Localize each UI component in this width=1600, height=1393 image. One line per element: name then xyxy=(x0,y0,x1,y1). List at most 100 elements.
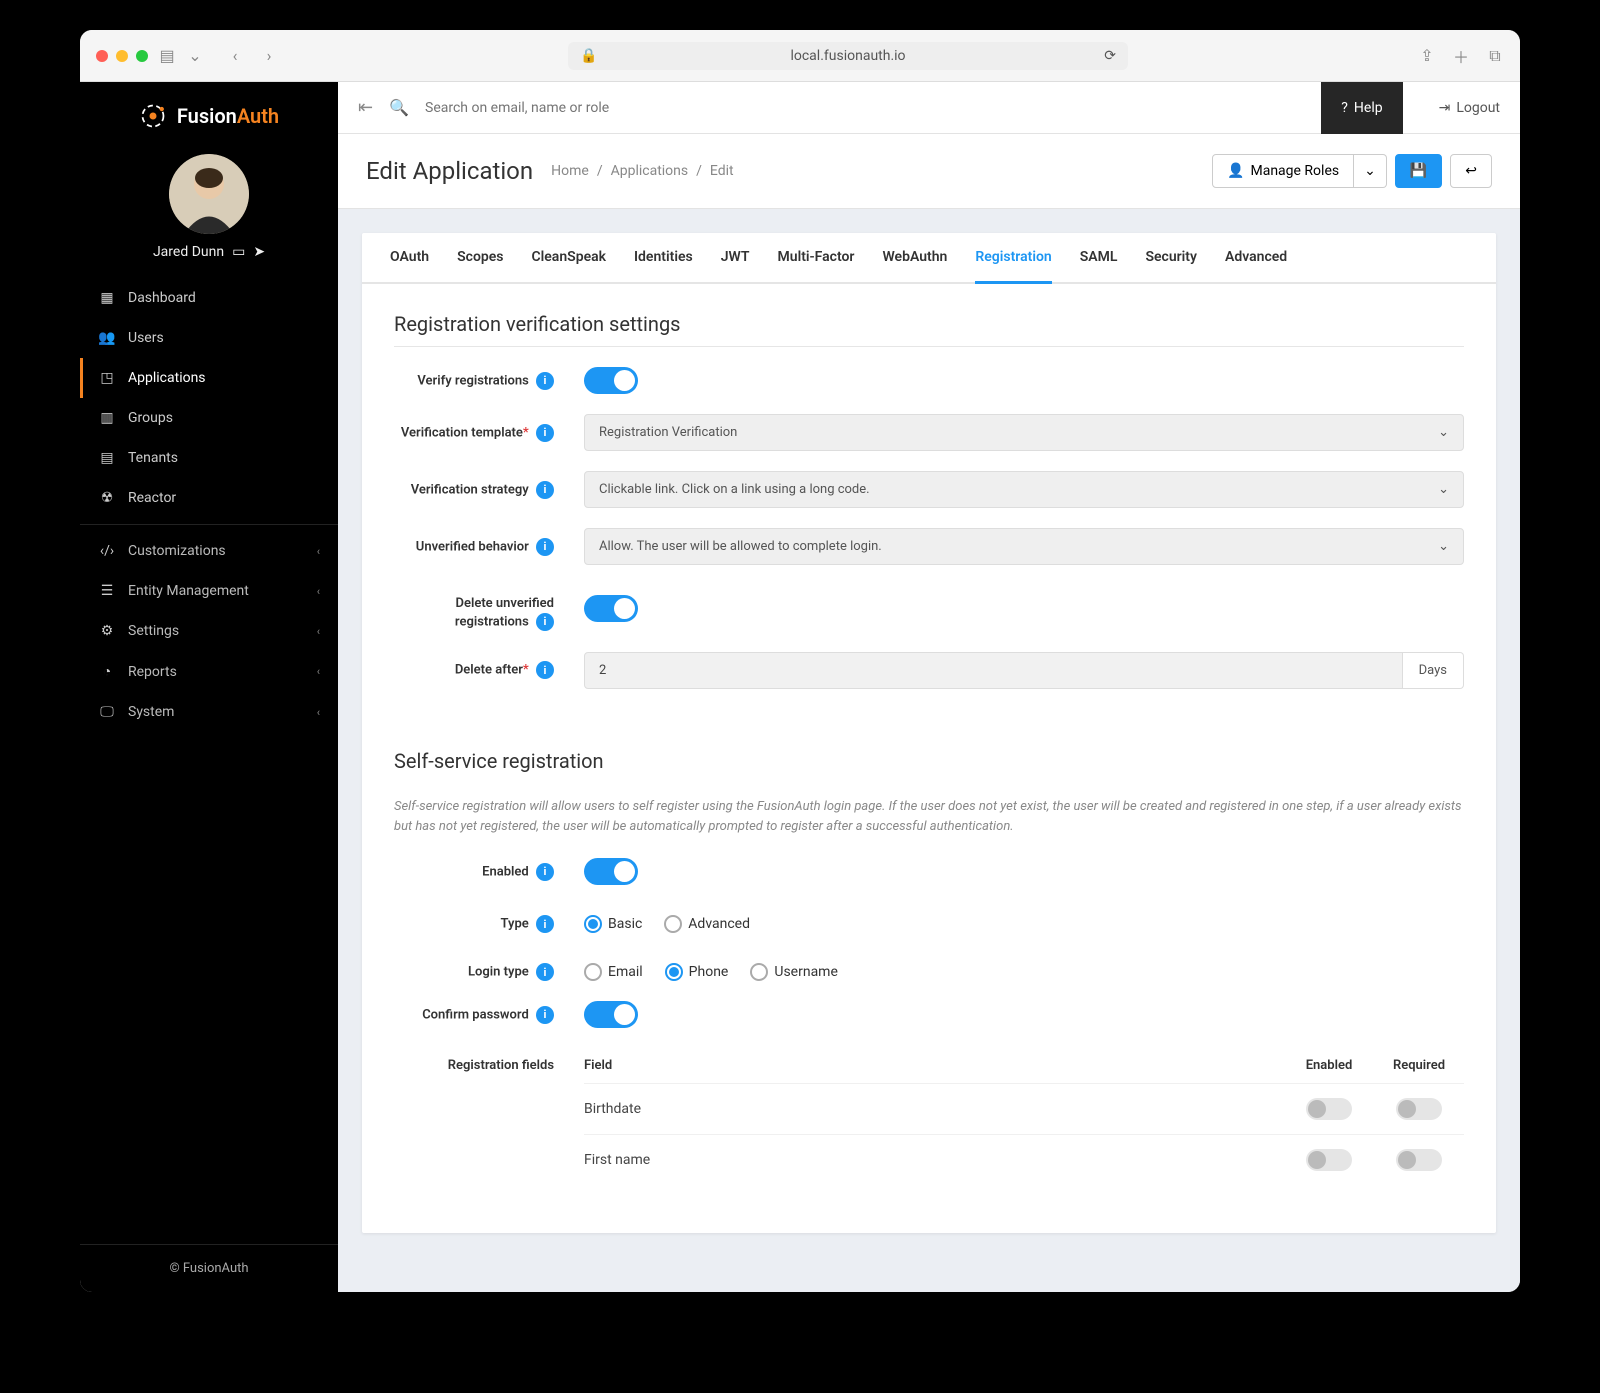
delete-after-label: Delete after xyxy=(455,663,523,678)
page-header: Edit Application Home/ Applications/ Edi… xyxy=(338,134,1520,209)
info-icon[interactable]: i xyxy=(536,481,554,499)
new-tab-icon[interactable]: ＋ xyxy=(1452,47,1470,65)
collapse-sidebar-icon[interactable]: ⇤ xyxy=(358,97,373,118)
back-icon[interactable]: ‹ xyxy=(226,47,244,65)
login-type-radio-email[interactable]: Email xyxy=(584,963,643,981)
main: ⇤ 🔍 ?Help ⇥Logout Edit Application Home/… xyxy=(338,82,1520,1292)
sidebar-item-reactor[interactable]: ☢Reactor xyxy=(80,478,338,518)
login-type-username-label: Username xyxy=(774,964,838,980)
verification-template-select[interactable]: Registration Verification⌄ xyxy=(584,414,1464,451)
tab-saml[interactable]: SAML xyxy=(1080,233,1118,284)
search-input[interactable] xyxy=(425,100,1305,116)
share-icon[interactable]: ⇪ xyxy=(1418,47,1436,65)
verify-registrations-toggle[interactable] xyxy=(584,367,638,394)
login-type-radio-username[interactable]: Username xyxy=(750,963,838,981)
reg-fields-label: Registration fields xyxy=(448,1058,554,1073)
tab-webauthn[interactable]: WebAuthn xyxy=(882,233,947,284)
enabled-label: Enabled xyxy=(482,864,529,879)
birthdate-required-toggle[interactable] xyxy=(1396,1098,1442,1120)
tab-cleanspeak[interactable]: CleanSpeak xyxy=(531,233,606,284)
breadcrumb: Home/ Applications/ Edit xyxy=(551,163,734,179)
verification-strategy-select[interactable]: Clickable link. Click on a link using a … xyxy=(584,471,1464,508)
login-type-radio-phone[interactable]: Phone xyxy=(665,963,729,981)
crumb-home[interactable]: Home xyxy=(551,163,589,179)
sidebar-item-users[interactable]: 👥Users xyxy=(80,318,338,358)
tab-jwt[interactable]: JWT xyxy=(721,233,750,284)
tab-multifactor[interactable]: Multi-Factor xyxy=(778,233,855,284)
sidebar-item-tenants[interactable]: ▤Tenants xyxy=(80,438,338,478)
sidebar-item-settings[interactable]: ⚙Settings‹ xyxy=(80,611,338,651)
sidebar-item-entity-management[interactable]: ☰Entity Management‹ xyxy=(80,571,338,611)
tabs: OAuth Scopes CleanSpeak Identities JWT M… xyxy=(362,233,1496,284)
save-button[interactable]: 💾 xyxy=(1395,154,1442,188)
back-button[interactable]: ↩ xyxy=(1450,154,1492,188)
sidebar-item-label: Tenants xyxy=(128,450,178,466)
field-name: Birthdate xyxy=(584,1101,1284,1117)
row-enabled: Enabled i xyxy=(394,858,1464,885)
sidebar-item-reports[interactable]: ◔Reports‹ xyxy=(80,651,338,692)
sidebar-item-system[interactable]: 🖵System‹ xyxy=(80,692,338,732)
tab-scopes[interactable]: Scopes xyxy=(457,233,503,284)
logout-button[interactable]: ⇥ Logout xyxy=(1439,100,1500,116)
unverified-label: Unverified behavior xyxy=(416,539,529,554)
row-type: Type i Basic Advanced xyxy=(394,915,1464,933)
firstname-required-toggle[interactable] xyxy=(1396,1149,1442,1171)
tab-identities[interactable]: Identities xyxy=(634,233,693,284)
sidebar-layout-icon[interactable]: ▤ xyxy=(158,47,176,65)
login-type-label: Login type xyxy=(468,965,529,980)
chevron-down-icon[interactable]: ⌄ xyxy=(186,47,204,65)
tab-advanced[interactable]: Advanced xyxy=(1225,233,1287,284)
location-icon[interactable]: ➤ xyxy=(253,244,265,260)
sidebar-item-groups[interactable]: ▥Groups xyxy=(80,398,338,438)
chevron-down-icon: ⌄ xyxy=(1438,539,1449,554)
template-label: Verification template xyxy=(401,425,523,440)
info-icon[interactable]: i xyxy=(536,424,554,442)
sidebar-item-applications[interactable]: ◳Applications xyxy=(80,358,338,398)
avatar[interactable] xyxy=(169,154,249,234)
manage-roles-dropdown[interactable]: ⌄ xyxy=(1354,154,1387,188)
tabs-icon[interactable]: ⧉ xyxy=(1486,47,1504,65)
close-window-icon[interactable] xyxy=(96,50,108,62)
info-icon[interactable]: i xyxy=(536,661,554,679)
manage-roles-button[interactable]: 👤Manage Roles xyxy=(1212,154,1354,188)
birthdate-enabled-toggle[interactable] xyxy=(1306,1098,1352,1120)
tab-oauth[interactable]: OAuth xyxy=(390,233,429,284)
tab-security[interactable]: Security xyxy=(1145,233,1197,284)
forward-icon[interactable]: › xyxy=(260,47,278,65)
info-icon[interactable]: i xyxy=(536,863,554,881)
unverified-behavior-select[interactable]: Allow. The user will be allowed to compl… xyxy=(584,528,1464,565)
id-card-icon[interactable]: ▭ xyxy=(232,244,245,260)
logo-text: FusionAuth xyxy=(177,104,279,128)
info-icon[interactable]: i xyxy=(536,372,554,390)
field-name: First name xyxy=(584,1152,1284,1168)
maximize-window-icon[interactable] xyxy=(136,50,148,62)
url-text: local.fusionauth.io xyxy=(790,48,905,64)
info-icon[interactable]: i xyxy=(536,1006,554,1024)
sidebar-item-customizations[interactable]: ‹/›Customizations‹ xyxy=(80,531,338,571)
type-radio-basic[interactable]: Basic xyxy=(584,915,642,933)
type-basic-label: Basic xyxy=(608,916,642,932)
delete-after-input[interactable]: 2 xyxy=(584,652,1403,689)
self-service-enabled-toggle[interactable] xyxy=(584,858,638,885)
delete-after-input-group: 2 Days xyxy=(584,652,1464,689)
panel-registration: Registration verification settings Verif… xyxy=(362,284,1496,1233)
info-icon[interactable]: i xyxy=(536,538,554,556)
delete-unverified-toggle[interactable] xyxy=(584,595,638,622)
applications-icon: ◳ xyxy=(98,370,116,386)
confirm-password-toggle[interactable] xyxy=(584,1001,638,1028)
info-icon[interactable]: i xyxy=(536,963,554,981)
sidebar-item-dashboard[interactable]: ▦Dashboard xyxy=(80,278,338,318)
minimize-window-icon[interactable] xyxy=(116,50,128,62)
info-icon[interactable]: i xyxy=(536,915,554,933)
tab-registration[interactable]: Registration xyxy=(975,233,1051,284)
type-radio-advanced[interactable]: Advanced xyxy=(664,915,750,933)
crumb-applications[interactable]: Applications xyxy=(611,163,689,179)
system-icon: 🖵 xyxy=(98,704,116,720)
logout-icon: ⇥ xyxy=(1439,100,1451,116)
logout-label: Logout xyxy=(1456,100,1500,116)
address-bar[interactable]: 🔒 local.fusionauth.io ⟳ xyxy=(568,42,1128,70)
firstname-enabled-toggle[interactable] xyxy=(1306,1149,1352,1171)
refresh-icon[interactable]: ⟳ xyxy=(1104,48,1116,64)
info-icon[interactable]: i xyxy=(536,613,554,631)
sidebar-item-label: Groups xyxy=(128,410,173,426)
